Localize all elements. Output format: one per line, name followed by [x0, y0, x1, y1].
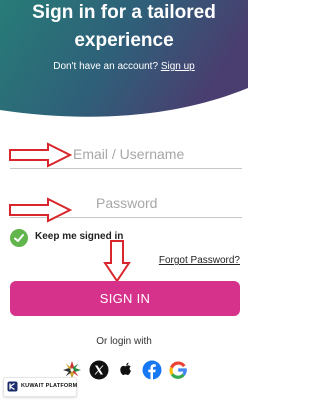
forgot-password-link[interactable]: Forgot Password? — [159, 255, 240, 266]
password-placeholder: Password — [96, 195, 158, 211]
apple-icon[interactable] — [116, 360, 136, 380]
no-account-text: Don't have an account? — [53, 61, 159, 72]
arrow-to-email-icon — [9, 142, 72, 168]
watermark-label: KUWAIT PLATFORM — [21, 383, 78, 389]
arrow-to-password-icon — [9, 197, 72, 223]
keep-signed-in-checkbox[interactable] — [10, 229, 28, 247]
watermark-badge: KUWAIT PLATFORM — [3, 377, 77, 397]
google-icon[interactable] — [168, 360, 188, 380]
signup-link[interactable]: Sign up — [161, 61, 195, 72]
arrow-to-signin-icon — [103, 240, 131, 283]
x-icon[interactable] — [89, 360, 109, 380]
email-placeholder: Email / Username — [73, 146, 185, 162]
or-login-with-label: Or login with — [96, 336, 152, 347]
page-title: Sign in for a tailored experience — [0, 2, 248, 52]
signup-prompt: Don't have an account? Sign up — [0, 61, 248, 72]
platform-logo-icon — [7, 381, 18, 392]
checkmark-icon — [14, 234, 24, 242]
title-line-2: experience — [74, 30, 174, 51]
title-line-1: Sign in for a tailored — [32, 2, 216, 23]
facebook-icon[interactable] — [142, 360, 162, 380]
keep-signed-in-label[interactable]: Keep me signed in — [35, 231, 123, 242]
header-banner: Sign in for a tailored experience Don't … — [0, 0, 248, 130]
sign-in-button[interactable]: SIGN IN — [10, 281, 240, 316]
